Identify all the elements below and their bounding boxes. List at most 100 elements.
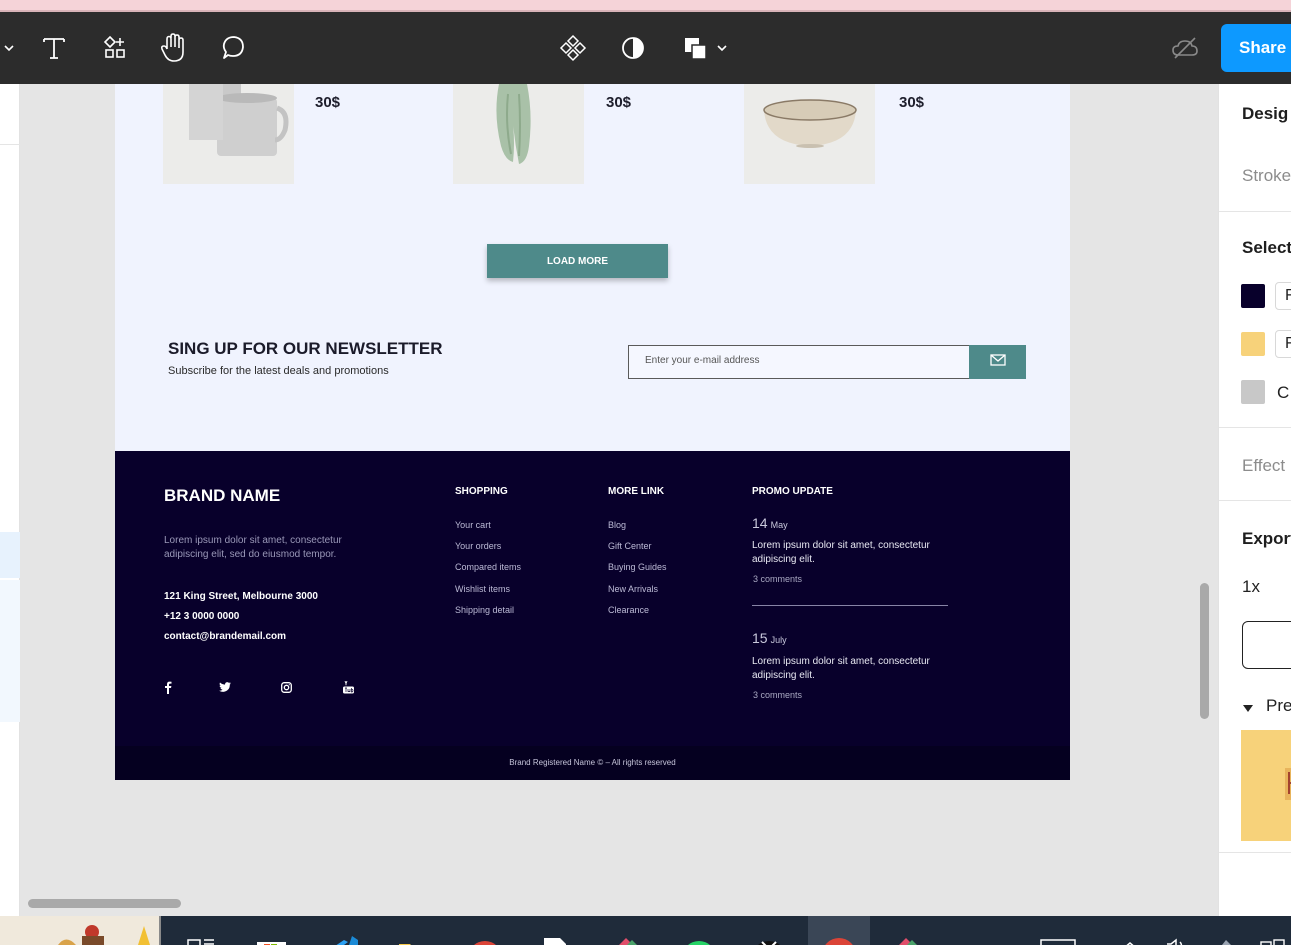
chevron-down-icon[interactable] — [0, 32, 18, 64]
product-price: 30$ — [315, 94, 341, 111]
footer-link[interactable]: Your cart — [455, 520, 491, 530]
promo-day: 14 — [752, 515, 768, 531]
app-icon[interactable] — [610, 928, 640, 945]
footer-link[interactable]: Clearance — [608, 605, 649, 615]
promo-title: PROMO UPDATE — [752, 486, 833, 497]
taskbar — [0, 916, 1291, 945]
chevron-up-icon[interactable] — [1120, 928, 1150, 945]
chevron-down-icon[interactable] — [714, 32, 730, 64]
email-input[interactable]: Enter your e-mail address — [628, 345, 970, 379]
boolean-icon[interactable] — [679, 32, 711, 64]
footer-link[interactable]: Shipping detail — [455, 605, 514, 615]
figma-toolbar: Share — [0, 12, 1291, 84]
product-image-mugs[interactable] — [163, 84, 294, 184]
footer-link[interactable]: Wishlist items — [455, 584, 510, 594]
footer-link[interactable]: Buying Guides — [608, 562, 667, 572]
whatsapp-icon[interactable] — [682, 928, 712, 945]
shopping-title: SHOPPING — [455, 486, 508, 497]
subscribe-button[interactable] — [969, 345, 1026, 379]
color-chip[interactable]: F — [1275, 330, 1291, 358]
chrome-active-icon[interactable] — [808, 916, 870, 945]
export-preview — [1241, 730, 1291, 841]
color-swatch[interactable] — [1241, 332, 1265, 356]
more-link-title: MORE LINK — [608, 486, 665, 497]
product-price: 30$ — [899, 94, 925, 111]
task-view-icon[interactable] — [186, 928, 216, 945]
news-icon[interactable] — [1040, 928, 1076, 945]
child-layer-rows[interactable] — [0, 580, 20, 722]
components-tool-icon[interactable] — [100, 32, 132, 64]
promo-text: Lorem ipsum dolor sit amet, consectetur … — [752, 540, 930, 565]
text-tool-icon[interactable] — [38, 32, 70, 64]
promo-month: July — [770, 635, 787, 645]
promo-month: May — [770, 520, 788, 530]
file-icon[interactable] — [541, 928, 571, 945]
export-title: Export — [1242, 529, 1291, 548]
component-icon[interactable] — [557, 32, 589, 64]
promo-date: 14 May — [752, 515, 788, 531]
vertical-scrollbar[interactable] — [1200, 583, 1209, 719]
promo-divider — [752, 605, 948, 606]
effects-section[interactable]: Effect — [1242, 456, 1285, 476]
comment-tool-icon[interactable] — [217, 32, 249, 64]
newsletter-subtitle: Subscribe for the latest deals and promo… — [168, 365, 389, 377]
product-image-fabric[interactable] — [453, 84, 584, 184]
export-scale[interactable]: 1x — [1242, 577, 1260, 597]
hand-tool-icon[interactable] — [157, 32, 189, 64]
design-tab[interactable]: Desig — [1242, 104, 1288, 124]
load-more-button[interactable]: LOAD MORE — [487, 244, 668, 278]
network-icon[interactable] — [1258, 928, 1288, 945]
mail-icon — [989, 353, 1006, 371]
x-app-icon[interactable] — [752, 928, 782, 945]
store-icon[interactable] — [256, 928, 289, 945]
window-top-strip — [0, 0, 1291, 12]
color-swatch[interactable] — [1241, 284, 1265, 308]
promo-day: 15 — [752, 630, 768, 646]
twitter-icon[interactable] — [218, 680, 232, 694]
copyright-text: Brand Registered Name © – All rights res… — [509, 758, 676, 767]
promo-text: Lorem ipsum dolor sit amet, consectetur … — [752, 656, 930, 681]
share-button[interactable]: Share — [1221, 24, 1291, 72]
footer-link[interactable]: Compared items — [455, 562, 521, 572]
product-price: 30$ — [606, 94, 632, 111]
stroke-section[interactable]: Stroke — [1242, 166, 1291, 186]
facebook-icon[interactable] — [161, 680, 175, 694]
color-chip[interactable]: F — [1275, 282, 1291, 310]
panel-divider — [1219, 211, 1291, 212]
color-label: C — [1277, 383, 1290, 402]
panel-divider — [1219, 500, 1291, 501]
export-button[interactable] — [1242, 621, 1291, 669]
horizontal-scrollbar[interactable] — [28, 899, 181, 908]
footer-link[interactable]: Gift Center — [608, 541, 652, 551]
properties-panel: Desig Stroke Select F F C Effect Export … — [1218, 84, 1291, 916]
footer-email[interactable]: contact@brandemail.com — [164, 631, 286, 642]
offline-cloud-icon — [1169, 32, 1201, 64]
vscode-icon[interactable] — [328, 928, 358, 945]
chrome-icon[interactable] — [468, 928, 498, 945]
app-icon[interactable] — [890, 928, 920, 945]
contrast-icon[interactable] — [617, 32, 649, 64]
product-image-bowl[interactable] — [744, 84, 875, 184]
footer-link[interactable]: New Arrivals — [608, 584, 658, 594]
volume-icon[interactable] — [1163, 928, 1193, 945]
footer-link[interactable]: Blog — [608, 520, 626, 530]
promo-date: 15 July — [752, 630, 787, 646]
taskbar-widget[interactable] — [0, 916, 161, 945]
brand-name: BRAND NAME — [164, 486, 281, 505]
footer-link[interactable]: Your orders — [455, 541, 501, 551]
folder-icon[interactable] — [398, 928, 428, 945]
selected-layer-row[interactable] — [0, 532, 20, 578]
instagram-icon[interactable] — [279, 680, 293, 694]
promo-comments[interactable]: 3 comments — [753, 574, 802, 584]
panel-divider — [0, 144, 20, 145]
promo-comments[interactable]: 3 comments — [753, 690, 802, 700]
caret-down-icon[interactable] — [1242, 700, 1254, 718]
pen-icon[interactable] — [1212, 928, 1242, 945]
panel-divider — [1219, 427, 1291, 428]
color-swatch[interactable] — [1241, 380, 1265, 404]
selection-colors-title: Select — [1242, 238, 1291, 257]
panel-divider — [1219, 852, 1291, 853]
layers-panel — [0, 84, 20, 916]
youtube-icon[interactable] — [341, 680, 355, 694]
preview-toggle[interactable]: Pre — [1266, 696, 1291, 716]
